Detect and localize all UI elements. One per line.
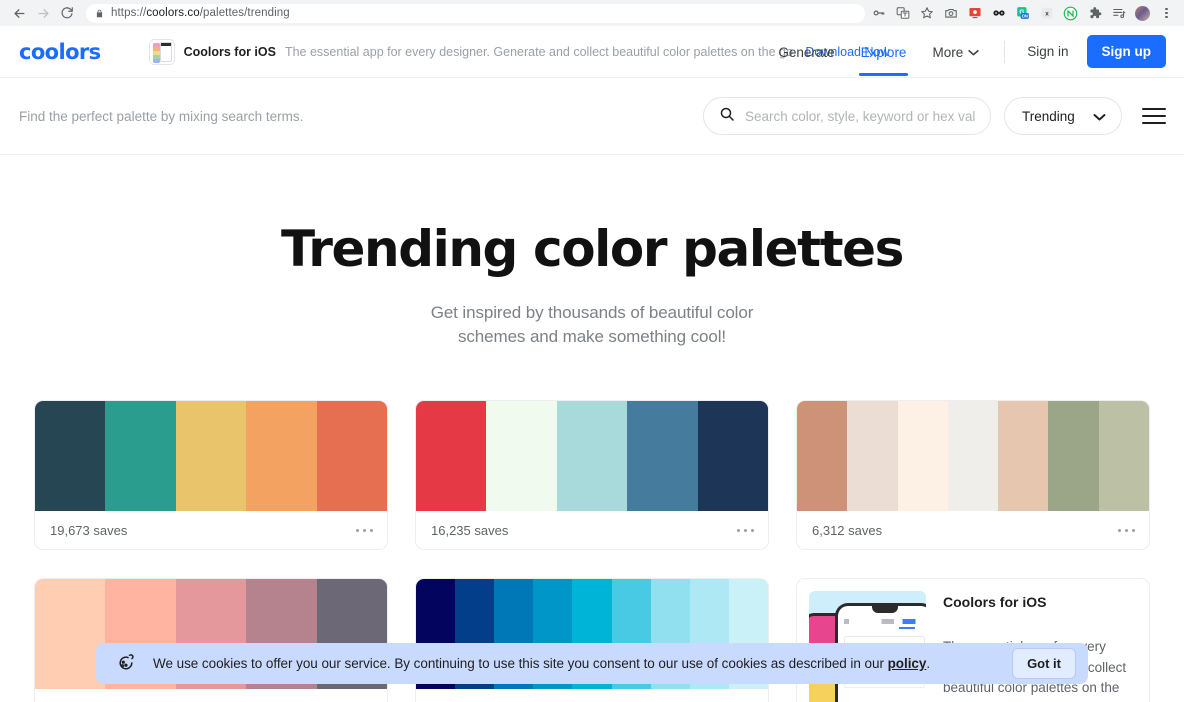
- screen-record-icon[interactable]: [967, 6, 982, 21]
- palette-saves-count: 19,673 saves: [50, 523, 127, 538]
- nav-divider: [1004, 41, 1005, 63]
- search-icon: [719, 106, 735, 127]
- palette-swatch[interactable]: [317, 401, 387, 511]
- search-toolbar: Find the perfect palette by mixing searc…: [0, 78, 1184, 155]
- palette-swatch[interactable]: [416, 401, 486, 511]
- cookie-text-after: .: [926, 656, 930, 671]
- back-arrow-icon[interactable]: [8, 2, 30, 24]
- search-input[interactable]: [745, 109, 975, 124]
- sort-dropdown[interactable]: Trending: [1004, 97, 1122, 135]
- sign-in-button[interactable]: Sign in: [1015, 38, 1080, 65]
- coolors-logo[interactable]: coolors: [19, 40, 101, 64]
- forward-arrow-icon[interactable]: [32, 2, 54, 24]
- palette-swatch[interactable]: [1048, 401, 1098, 511]
- palette-swatch[interactable]: [246, 401, 316, 511]
- nav-generate-label: Generate: [778, 45, 834, 60]
- palette-swatch[interactable]: [627, 401, 697, 511]
- palette-swatches[interactable]: [35, 401, 387, 511]
- palette-swatch[interactable]: [176, 401, 246, 511]
- palette-swatch[interactable]: [797, 401, 847, 511]
- palette-swatch[interactable]: [486, 401, 556, 511]
- palette-card-footer: 16,048 saves: [35, 689, 387, 702]
- promo-title: Coolors for iOS: [184, 45, 276, 59]
- sort-dropdown-value: Trending: [1022, 109, 1075, 124]
- palette-swatches[interactable]: [416, 401, 768, 511]
- glasses-icon[interactable]: [991, 6, 1006, 21]
- cookie-icon: [115, 653, 136, 674]
- svg-text:x: x: [1045, 11, 1049, 18]
- browser-extension-icons: GON x: [871, 6, 1176, 21]
- chrome-menu-icon[interactable]: [1159, 6, 1174, 21]
- header-promo-banner: Coolors for iOS The essential app for ev…: [149, 39, 766, 65]
- search-hint-text: Find the perfect palette by mixing searc…: [19, 109, 703, 124]
- main-navigation: Generate Explore More Sign in Sign up: [765, 27, 1166, 76]
- palette-card-footer: 6,312 saves: [797, 511, 1149, 549]
- camera-icon[interactable]: [943, 6, 958, 21]
- hamburger-menu-icon[interactable]: [1142, 104, 1166, 128]
- nav-more[interactable]: More: [919, 27, 992, 76]
- palette-swatch[interactable]: [847, 401, 897, 511]
- chevron-down-icon: [1093, 109, 1106, 124]
- palette-card-footer: 19,673 saves: [35, 511, 387, 549]
- cookie-banner-text: We use cookies to offer you our service.…: [153, 656, 995, 671]
- palette-swatch[interactable]: [948, 401, 998, 511]
- grammarly-icon[interactable]: GON: [1015, 6, 1030, 21]
- key-icon[interactable]: [871, 6, 886, 21]
- url-text: https://coolors.co/palettes/trending: [111, 7, 290, 19]
- page-title: Trending color palettes: [0, 224, 1184, 274]
- address-bar[interactable]: https://coolors.co/palettes/trending: [86, 4, 865, 23]
- bookmark-star-icon[interactable]: [919, 6, 934, 21]
- palette-swatch[interactable]: [557, 401, 627, 511]
- palette-swatch[interactable]: [1099, 401, 1149, 511]
- nav-explore-label: Explore: [861, 45, 907, 60]
- playlist-icon[interactable]: [1111, 6, 1126, 21]
- hero-section: Trending color palettes Get inspired by …: [0, 155, 1184, 349]
- sign-up-button[interactable]: Sign up: [1087, 35, 1167, 68]
- translate-icon[interactable]: [895, 6, 910, 21]
- cookie-accept-button[interactable]: Got it: [1012, 648, 1076, 679]
- reload-icon[interactable]: [56, 2, 78, 24]
- palette-card[interactable]: 6,312 saves: [796, 400, 1150, 550]
- excel-icon[interactable]: x: [1039, 6, 1054, 21]
- palette-swatch[interactable]: [35, 401, 105, 511]
- palette-swatch[interactable]: [105, 401, 175, 511]
- lock-icon: [95, 8, 104, 19]
- palette-more-options-icon[interactable]: [1118, 529, 1136, 533]
- promo-description: The essential app for every designer. Ge…: [285, 45, 796, 59]
- palette-swatches[interactable]: [797, 401, 1149, 511]
- page-subtitle: Get inspired by thousands of beautiful c…: [0, 301, 1184, 349]
- ios-promo-title: Coolors for iOS: [943, 594, 1135, 610]
- site-header: coolors Coolors for iOS The essential ap…: [0, 26, 1184, 78]
- palette-card[interactable]: 16,235 saves: [415, 400, 769, 550]
- browser-toolbar: https://coolors.co/palettes/trending: [0, 0, 1184, 26]
- palette-swatch[interactable]: [898, 401, 948, 511]
- chevron-down-icon: [968, 44, 979, 59]
- palette-swatch[interactable]: [698, 401, 768, 511]
- palette-card-footer: 4,763 saves: [416, 689, 768, 702]
- palette-card[interactable]: 19,673 saves: [34, 400, 388, 550]
- palette-swatch[interactable]: [35, 579, 105, 689]
- cookie-policy-link[interactable]: policy: [888, 656, 927, 671]
- coolors-app-icon: [149, 39, 175, 65]
- search-box[interactable]: [703, 97, 991, 135]
- palette-card-footer: 16,235 saves: [416, 511, 768, 549]
- profile-avatar-icon[interactable]: [1135, 6, 1150, 21]
- palette-more-options-icon[interactable]: [356, 529, 374, 533]
- nav-generate[interactable]: Generate: [765, 28, 847, 76]
- nav-more-label: More: [932, 45, 963, 60]
- palette-saves-count: 16,235 saves: [431, 523, 508, 538]
- svg-text:ON: ON: [1021, 14, 1027, 19]
- cookie-text-before: We use cookies to offer you our service.…: [153, 656, 888, 671]
- page-root: https://coolors.co/palettes/trending: [0, 0, 1184, 702]
- palette-swatch[interactable]: [998, 401, 1048, 511]
- norton-icon[interactable]: [1063, 6, 1078, 21]
- nav-explore[interactable]: Explore: [848, 28, 920, 76]
- cookie-consent-banner: We use cookies to offer you our service.…: [96, 643, 1088, 684]
- palette-saves-count: 6,312 saves: [812, 523, 882, 538]
- extensions-puzzle-icon[interactable]: [1087, 6, 1102, 21]
- palette-more-options-icon[interactable]: [737, 529, 755, 533]
